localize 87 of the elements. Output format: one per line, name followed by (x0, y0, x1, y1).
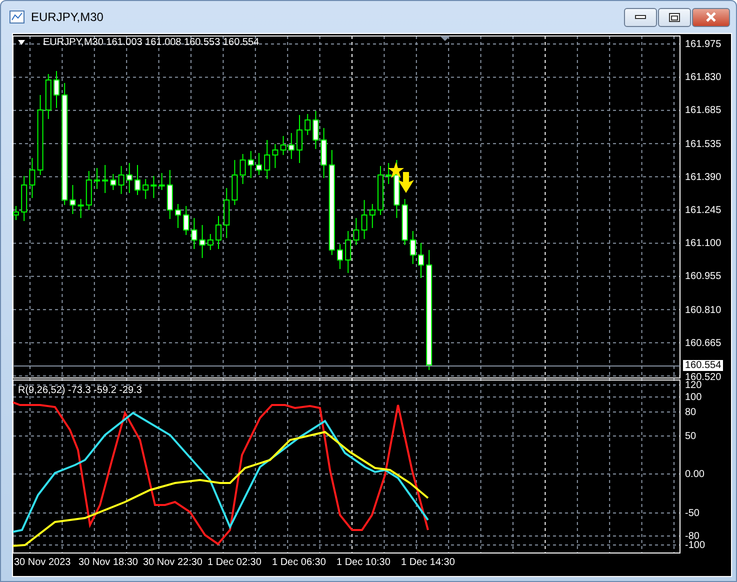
candlestick (78, 198, 84, 218)
candlestick (280, 136, 286, 156)
shift-marker-icon (440, 36, 450, 41)
star-icon (388, 162, 404, 178)
candlestick (386, 162, 392, 184)
candlestick (394, 160, 400, 218)
indicator-label: R(9,26,52) -73.3 -59.2 -29.3 (18, 385, 142, 396)
current-price-label: 160.554 (683, 360, 724, 371)
candlestick (199, 224, 206, 258)
candlestick (29, 158, 36, 198)
indicator-axis-label: 0.00 (685, 469, 704, 480)
price-label: 161.245 (685, 205, 722, 216)
price-label: 161.685 (685, 105, 722, 116)
candlestick (418, 242, 424, 278)
candlestick (353, 218, 360, 246)
price-label: 160.955 (685, 271, 722, 282)
time-label: 1 Dec 10:30 (336, 557, 390, 568)
candlestick (369, 204, 376, 228)
candlestick (102, 164, 108, 194)
candlestick (410, 230, 416, 264)
indicator-axis-label: 80 (685, 407, 696, 418)
candlestick (320, 128, 327, 178)
candlestick (166, 170, 173, 220)
maximize-icon (669, 12, 680, 22)
candlestick (312, 110, 319, 150)
time-label: 30 Nov 22:30 (143, 557, 202, 568)
maximize-button[interactable] (658, 8, 691, 26)
candlestick (232, 160, 238, 206)
candlestick (54, 70, 60, 108)
candlestick (402, 198, 408, 246)
candlestick (183, 206, 190, 236)
candlestick (272, 144, 278, 168)
candlestick (216, 216, 222, 250)
chart-header: EURJPY,M30 161.003 161.008 160.553 160.554 (43, 37, 260, 48)
minimize-icon (635, 15, 646, 19)
candlestick (118, 166, 124, 194)
candlestick (45, 74, 52, 120)
candlestick (70, 184, 76, 214)
candlestick (304, 114, 311, 136)
candlestick (175, 204, 181, 228)
price-label: 160.810 (685, 304, 722, 316)
candlestick (150, 176, 157, 198)
time-label: 30 Nov 2023 (14, 557, 71, 568)
candlestick (134, 164, 140, 196)
indicator-axis-label: -100 (685, 540, 706, 551)
indicator-axis-label: 120 (685, 380, 702, 391)
price-label: 161.975 (685, 39, 722, 50)
candlestick (288, 132, 294, 160)
time-label: 1 Dec 14:30 (401, 557, 455, 568)
price-label: 161.830 (685, 72, 722, 84)
candlestick (126, 162, 132, 194)
candlestick (378, 166, 384, 216)
candlestick (296, 114, 302, 164)
indicator-axis-label: -50 (685, 508, 700, 519)
candlestick (191, 218, 198, 250)
indicator-axis-label: -80 (685, 531, 700, 542)
window-title: EURJPY,M30 (31, 10, 104, 24)
time-label: 1 Dec 02:30 (208, 557, 262, 568)
indicator-axis-label: 100 (685, 392, 702, 403)
price-label: 161.535 (685, 138, 722, 150)
indicator-axis-label: 50 (685, 431, 696, 442)
candlestick (158, 172, 165, 190)
candlestick (207, 234, 214, 250)
candlestick (345, 230, 352, 274)
candlestick (21, 176, 28, 222)
time-label: 1 Dec 06:30 (272, 557, 326, 568)
candlestick (110, 174, 116, 190)
candlestick (240, 154, 246, 184)
down-arrow-icon (398, 172, 414, 193)
candlestick (94, 168, 100, 190)
minimize-button[interactable] (624, 8, 657, 26)
price-label: 160.665 (685, 338, 722, 349)
candlestick (142, 178, 149, 200)
time-label: 30 Nov 18:30 (78, 557, 138, 568)
candlestick (361, 200, 368, 240)
chart-icon (9, 9, 25, 25)
candlestick (256, 152, 262, 176)
candlestick (264, 140, 270, 180)
candlestick (86, 170, 92, 210)
close-button[interactable] (692, 8, 730, 26)
close-icon (705, 12, 717, 22)
candlestick (224, 188, 230, 238)
price-label: 161.390 (685, 172, 722, 183)
dropdown-icon[interactable] (18, 40, 25, 45)
candlestick (248, 150, 254, 178)
candlestick (337, 244, 343, 270)
price-label: 161.100 (685, 238, 722, 250)
